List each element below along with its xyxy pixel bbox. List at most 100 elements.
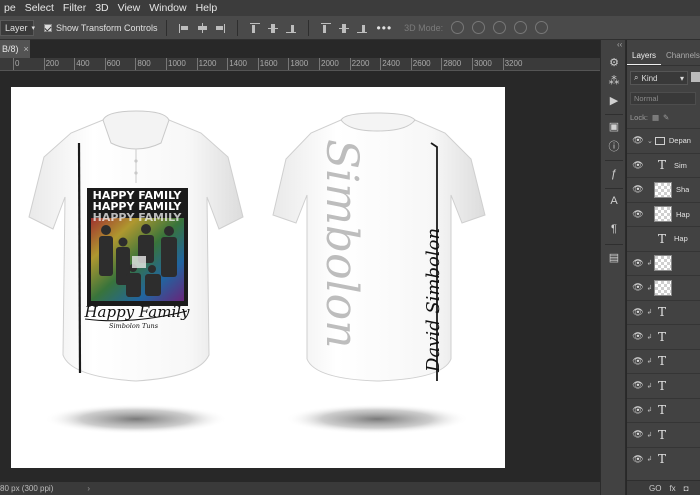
layer-row[interactable]: 👁 ↲ T xyxy=(627,446,700,471)
distribute-top-icon[interactable] xyxy=(320,22,332,34)
align-right-icon[interactable] xyxy=(214,22,226,34)
play-actions-icon[interactable]: ▶ xyxy=(607,94,621,107)
visibility-eye-icon[interactable]: 👁 xyxy=(631,405,645,416)
lock-pixels-icon[interactable]: ▦ xyxy=(652,113,659,122)
styles-fx-icon[interactable]: ƒ xyxy=(607,168,621,180)
divider xyxy=(605,244,623,245)
layer-row[interactable]: 👁 ↲ xyxy=(627,275,700,299)
layer-row[interactable]: 👁 Hap xyxy=(627,201,700,226)
visibility-eye-icon[interactable]: 👁 xyxy=(631,233,645,244)
visibility-eye-icon[interactable]: 👁 xyxy=(631,429,645,440)
layer-row[interactable]: 👁 Sha xyxy=(627,177,700,201)
menu-window[interactable]: Window xyxy=(145,2,191,14)
filter-image-icon[interactable] xyxy=(691,72,700,82)
visibility-eye-icon[interactable]: 👁 xyxy=(631,454,645,465)
swatches-icon[interactable]: ▤ xyxy=(607,251,621,264)
brush-settings-icon[interactable]: ⁂ xyxy=(607,74,621,87)
pan-3d-icon[interactable] xyxy=(493,21,507,34)
tab-layers[interactable]: Layers xyxy=(627,48,662,65)
visibility-eye-icon[interactable]: 👁 xyxy=(631,209,645,220)
ruler-tick xyxy=(104,58,106,70)
ruler-label: 800 xyxy=(137,59,151,68)
mask-icon[interactable]: ◘ xyxy=(684,484,689,493)
layer-name: Hap xyxy=(674,234,688,243)
fx-icon[interactable]: fx xyxy=(669,484,675,493)
ruler-tick xyxy=(502,58,504,70)
more-options-button[interactable]: ••• xyxy=(377,21,393,35)
visibility-eye-icon[interactable]: 👁 xyxy=(631,356,645,367)
character-icon[interactable]: A xyxy=(607,195,621,207)
document-tab[interactable]: B/8) × xyxy=(0,40,30,58)
chevron-down-icon[interactable]: ⌄ xyxy=(647,137,653,145)
layer-filter-dropdown[interactable]: ⌕ Kind ▾ xyxy=(630,71,688,85)
layer-row[interactable]: 👁 T Hap xyxy=(627,226,700,250)
ruler-label: 3000 xyxy=(474,59,492,68)
3d-icon[interactable]: ⚙ xyxy=(607,56,621,69)
clipping-icon: ↲ xyxy=(646,260,653,267)
menu-select[interactable]: Select xyxy=(21,2,59,14)
layer-row[interactable]: 👁 ↲ xyxy=(627,250,700,275)
layer-row[interactable]: 👁 ↲ T xyxy=(627,299,700,324)
layer-row[interactable]: 👁 ↲ T xyxy=(627,348,700,373)
orbit-3d-icon[interactable] xyxy=(451,21,465,34)
text-layer-icon: T xyxy=(657,329,666,344)
layer-row[interactable]: 👁 ↲ T xyxy=(627,397,700,422)
clipping-icon: ↲ xyxy=(646,333,653,341)
align-center-icon[interactable] xyxy=(196,22,208,34)
layer-thumbnail xyxy=(654,279,672,296)
ruler-label: 1800 xyxy=(290,59,309,68)
text-layer-icon: T xyxy=(657,354,666,368)
menu-help[interactable]: Help xyxy=(192,2,223,14)
visibility-eye-icon[interactable]: 👁 xyxy=(631,184,645,195)
layer-name: Sha xyxy=(676,185,690,194)
ruler-tick xyxy=(43,58,45,70)
visibility-eye-icon[interactable]: 👁 xyxy=(631,380,645,391)
info-icon[interactable]: ⓘ xyxy=(607,140,621,153)
properties-icon[interactable]: ▣ xyxy=(607,120,621,133)
panel-tabs: Layers Channels xyxy=(627,48,700,66)
layer-row[interactable]: 👁 T Sim xyxy=(627,152,700,177)
collapse-arrows-icon[interactable]: ‹‹ xyxy=(617,40,622,49)
layer-row[interactable]: 👁 ↲ T xyxy=(627,324,700,348)
status-menu-arrow[interactable]: › xyxy=(87,484,90,493)
layer-row[interactable]: 👁 ⌄ Depan xyxy=(627,128,700,152)
paragraph-icon[interactable]: ¶ xyxy=(607,223,621,235)
visibility-eye-icon[interactable]: 👁 xyxy=(631,331,645,342)
divider xyxy=(307,19,309,36)
align-bottom-icon[interactable] xyxy=(285,22,297,34)
document-canvas[interactable]: HAPPY FAMILY HAPPY FAMILY HAPPY FAMILY H… xyxy=(11,87,505,468)
link-layers-icon[interactable]: GO xyxy=(649,484,661,493)
distribute-middle-icon[interactable] xyxy=(338,22,350,34)
ruler-tick xyxy=(166,58,167,70)
roll-3d-icon[interactable] xyxy=(472,21,486,34)
align-middle-icon[interactable] xyxy=(267,22,279,34)
ruler-label: 2600 xyxy=(412,59,431,68)
front-shadow xyxy=(44,404,228,434)
chevron-down-icon: ▾ xyxy=(679,73,684,83)
visibility-eye-icon[interactable]: 👁 xyxy=(631,307,645,318)
layer-row[interactable]: 👁 ↲ T xyxy=(627,422,700,446)
tab-channels[interactable]: Channels xyxy=(661,48,700,65)
distribute-bottom-icon[interactable] xyxy=(356,22,368,34)
menu-3d[interactable]: 3D xyxy=(91,2,113,14)
menu-filter[interactable]: Filter xyxy=(59,2,91,14)
scale-3d-icon[interactable] xyxy=(535,21,549,34)
lock-brush-icon[interactable]: ✎ xyxy=(663,113,669,122)
clipping-icon: ↲ xyxy=(646,407,653,414)
slide-3d-icon[interactable] xyxy=(514,21,528,34)
visibility-eye-icon[interactable]: 👁 xyxy=(631,160,645,171)
menu-photoshop[interactable]: pe xyxy=(0,2,21,14)
close-icon[interactable]: × xyxy=(24,44,29,54)
visibility-eye-icon[interactable]: 👁 xyxy=(631,135,645,146)
layer-row[interactable]: 👁 ↲ T xyxy=(627,373,700,397)
show-transform-checkbox[interactable]: Show Transform Controls xyxy=(44,23,158,33)
visibility-eye-icon[interactable]: 👁 xyxy=(631,282,645,293)
horizontal-ruler: 0 200 400 600 800 1000 1200 1400 1600 1800 2000 220… xyxy=(0,58,600,71)
align-top-icon[interactable] xyxy=(249,22,261,34)
align-left-icon[interactable] xyxy=(178,22,190,34)
ruler-label: 1200 xyxy=(198,59,217,68)
visibility-eye-icon[interactable]: 👁 xyxy=(631,258,645,269)
auto-select-dropdown[interactable]: Layer ▾ xyxy=(0,19,35,36)
menu-view[interactable]: View xyxy=(114,2,146,14)
blend-mode-dropdown[interactable]: Normal xyxy=(630,92,696,105)
